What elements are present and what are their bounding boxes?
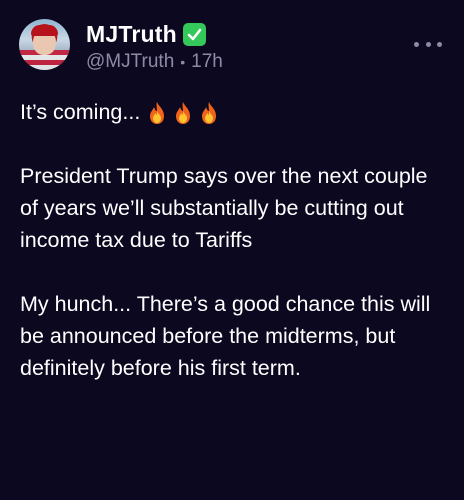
more-dot (414, 41, 419, 47)
post-body: It’s coming... President Trump says over… (20, 96, 450, 384)
post-timestamp[interactable]: 17h (191, 51, 223, 73)
post-line-1: It’s coming... (20, 96, 450, 128)
more-dot (425, 41, 431, 47)
author-meta: @MJTruth • 17h (86, 51, 223, 73)
fire-icon (150, 102, 165, 125)
post-line-1-text: It’s coming... (20, 100, 141, 124)
post-paragraph-2: President Trump says over the next coupl… (20, 164, 428, 252)
fire-emoji-group (146, 101, 224, 125)
post-paragraph-3: My hunch... There’s a good chance this w… (20, 292, 431, 380)
meta-separator: • (180, 54, 186, 70)
more-dot (437, 41, 442, 47)
author-handle[interactable]: @MJTruth (86, 51, 174, 73)
fire-icon (202, 102, 217, 125)
display-name[interactable]: MJTruth (86, 21, 177, 48)
more-options-icon[interactable] (414, 38, 442, 50)
avatar-hat (31, 25, 58, 36)
author-name-row: MJTruth (86, 19, 206, 49)
verified-check-icon (182, 22, 206, 46)
fire-icon (176, 102, 191, 125)
avatar[interactable] (19, 19, 70, 70)
post-card: MJTruth @MJTruth • 17h It’s coming... Pr… (0, 0, 464, 500)
